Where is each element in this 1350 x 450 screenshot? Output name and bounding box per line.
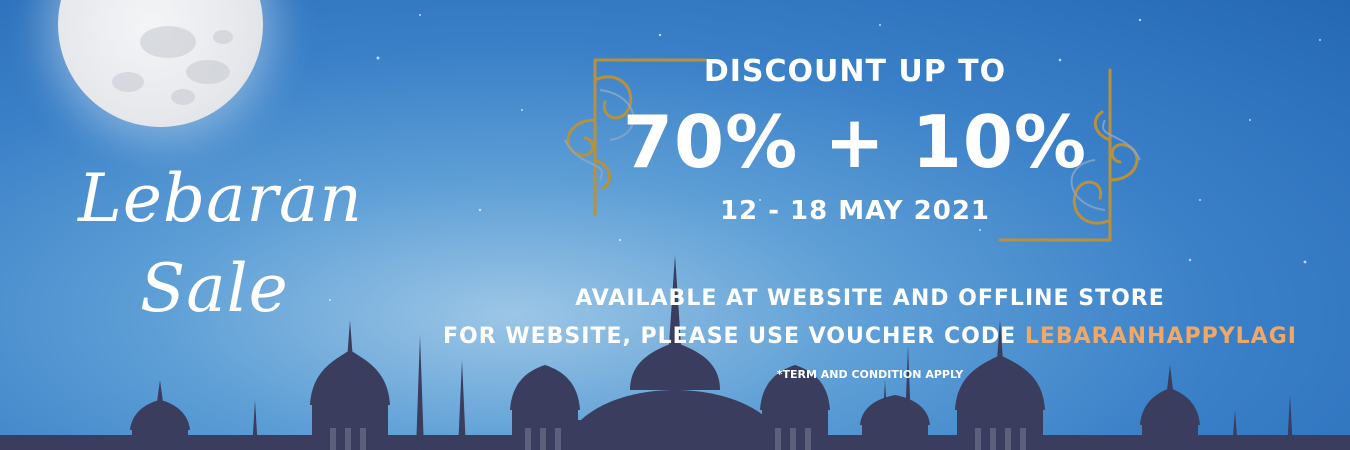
moon-craters bbox=[112, 26, 233, 105]
mosque-silhouette bbox=[0, 255, 1350, 450]
sale-banner: Lebaran Sale DISCOUNT UP TO 70% + 10% 12… bbox=[0, 0, 1350, 450]
script-title-line1: Lebaran bbox=[78, 160, 363, 237]
discount-heading: DISCOUNT UP TO bbox=[703, 54, 1007, 89]
voucher-code: LEBARANHAPPYLAGI bbox=[1024, 324, 1297, 349]
voucher-instructions: FOR WEBSITE, PLEASE USE VOUCHER CODE LEB… bbox=[420, 324, 1320, 349]
discount-amount: 70% + 10% bbox=[622, 100, 1088, 184]
availability-text: AVAILABLE AT WEBSITE AND OFFLINE STORE bbox=[575, 286, 1165, 311]
terms-note: *TERM AND CONDITION APPLY bbox=[776, 368, 964, 381]
voucher-prefix: FOR WEBSITE, PLEASE USE VOUCHER CODE bbox=[443, 324, 1025, 349]
moon bbox=[58, 0, 263, 127]
sale-dates: 12 - 18 MAY 2021 bbox=[719, 196, 991, 226]
